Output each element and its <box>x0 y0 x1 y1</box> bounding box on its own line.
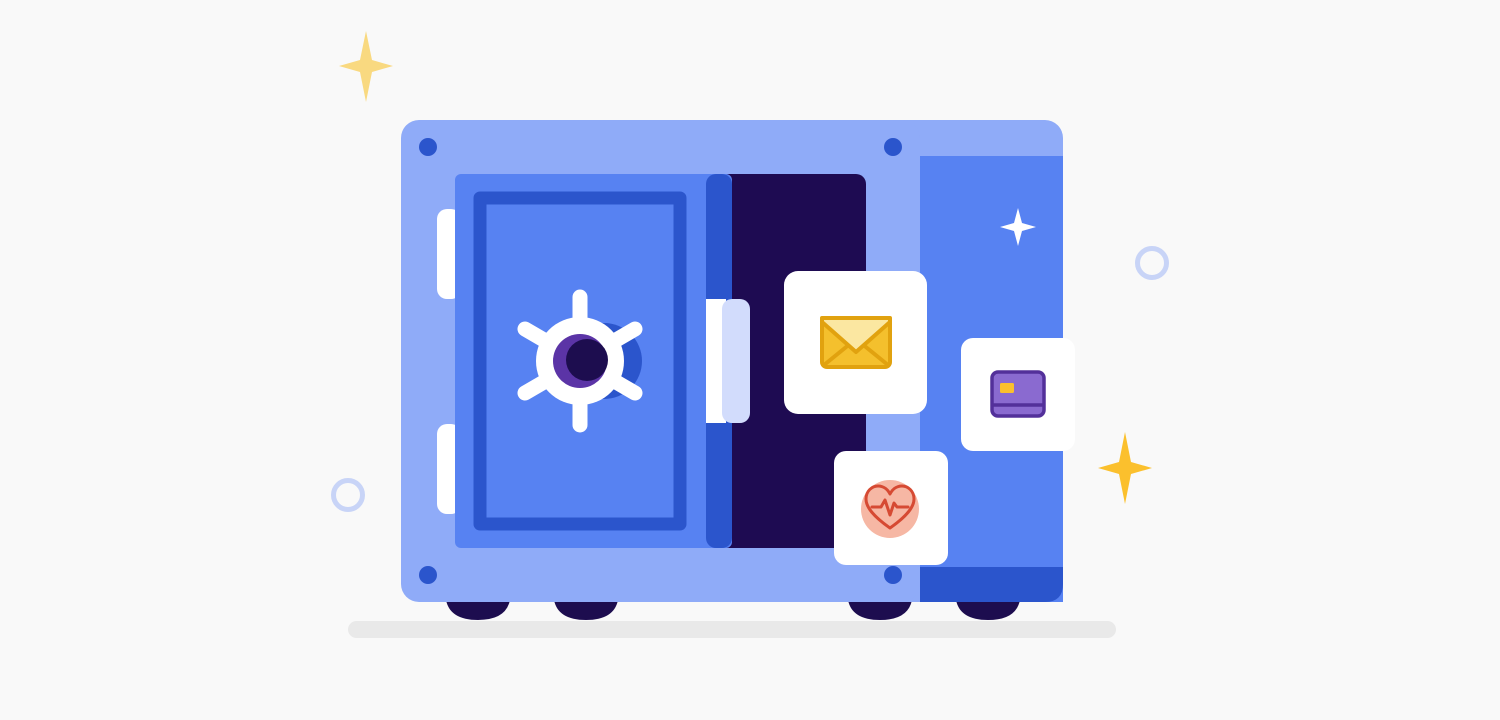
sparkle-icon <box>339 31 393 102</box>
sparkle-icon <box>1098 432 1152 504</box>
ring-icon <box>1135 246 1169 280</box>
safe-legs <box>446 600 1020 620</box>
envelope-icon <box>820 316 892 369</box>
heart-pulse-icon <box>861 480 919 538</box>
envelope-card <box>784 271 927 414</box>
credit-card-icon <box>990 370 1046 418</box>
door-latch <box>706 299 750 423</box>
ring-icon <box>331 478 365 512</box>
health-card <box>834 451 948 565</box>
safe-illustration <box>331 31 1169 638</box>
credit-card-card <box>961 338 1075 451</box>
floor-shadow <box>348 621 1116 638</box>
